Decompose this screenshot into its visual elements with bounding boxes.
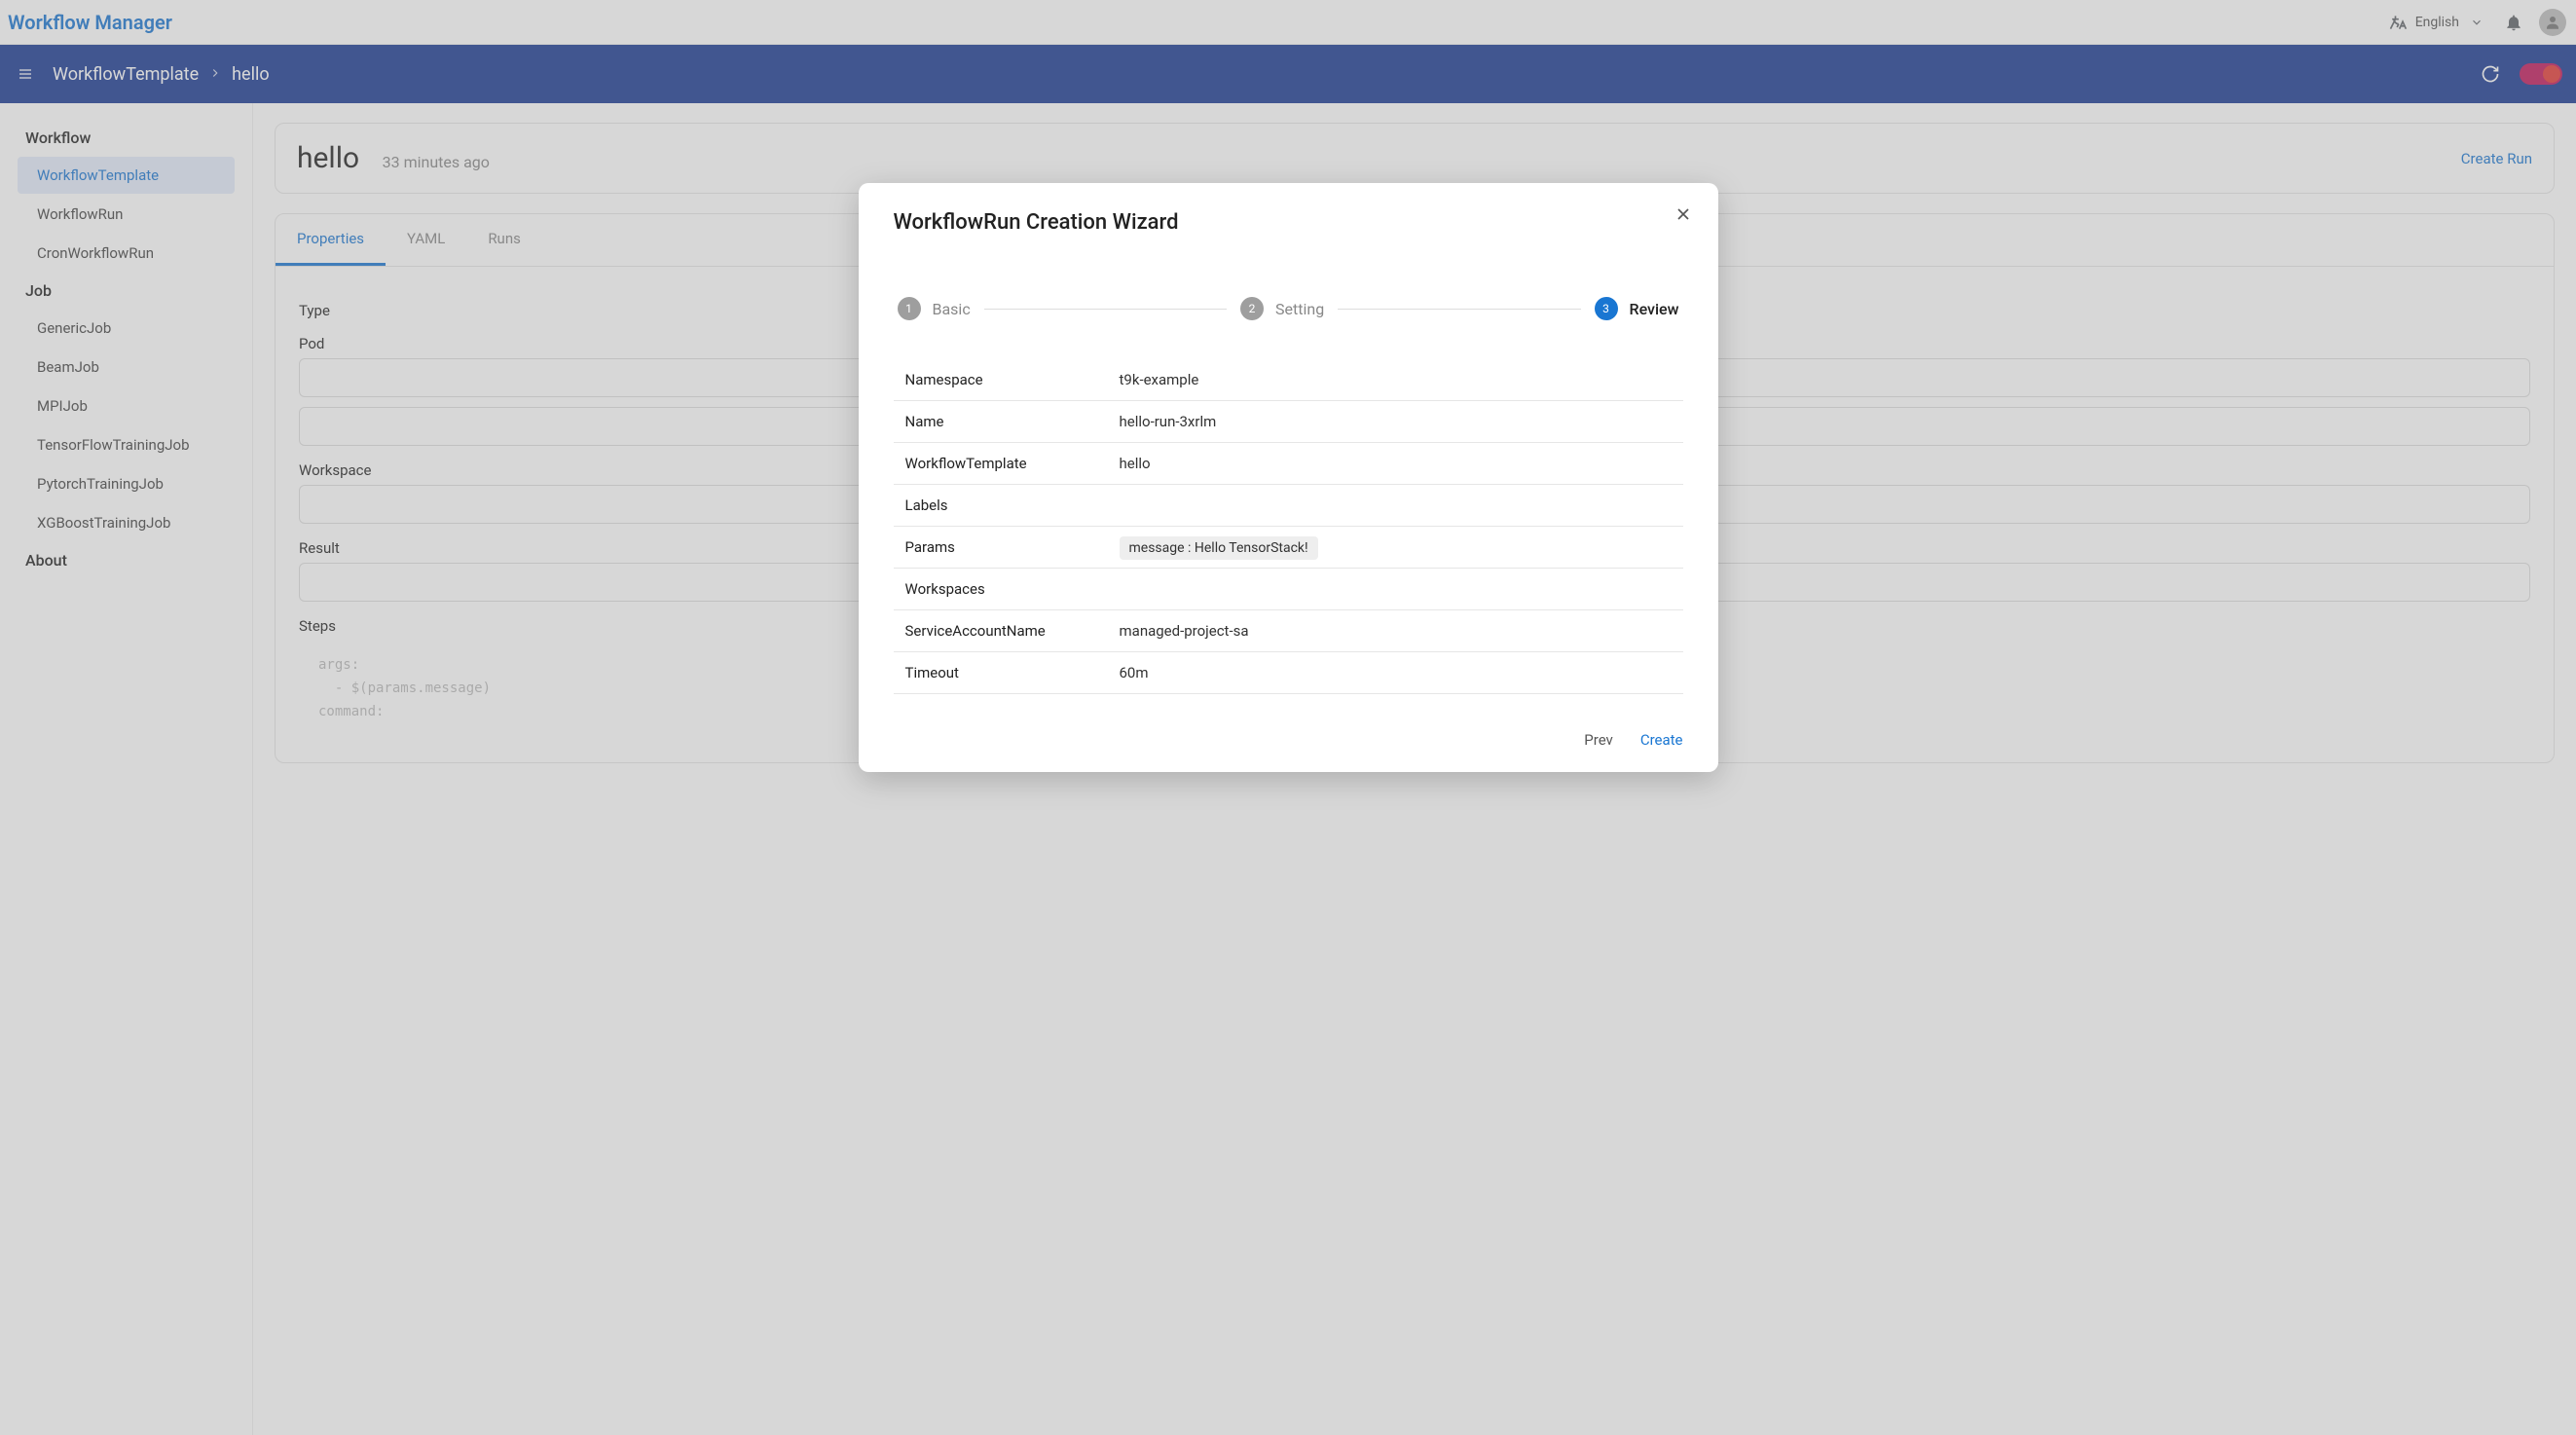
review-san-val: managed-project-sa xyxy=(1108,610,1683,652)
create-button[interactable]: Create xyxy=(1640,731,1683,749)
review-san-key: ServiceAccountName xyxy=(894,610,1108,652)
review-name-key: Name xyxy=(894,401,1108,443)
step-setting[interactable]: 2 Setting xyxy=(1240,297,1324,320)
modal-footer: Prev Create xyxy=(894,714,1683,749)
review-namespace-key: Namespace xyxy=(894,359,1108,401)
row-name: Name hello-run-3xrlm xyxy=(894,401,1683,443)
review-timeout-val: 60m xyxy=(1108,652,1683,694)
prev-button[interactable]: Prev xyxy=(1584,731,1613,749)
row-timeout: Timeout 60m xyxy=(894,652,1683,694)
modal-overlay[interactable]: WorkflowRun Creation Wizard 1 Basic 2 Se… xyxy=(0,0,2576,1435)
row-namespace: Namespace t9k-example xyxy=(894,359,1683,401)
row-serviceaccountname: ServiceAccountName managed-project-sa xyxy=(894,610,1683,652)
review-workspaces-key: Workspaces xyxy=(894,569,1108,610)
review-wft-key: WorkflowTemplate xyxy=(894,443,1108,485)
step-circle-1: 1 xyxy=(898,297,921,320)
review-params-val: message : Hello TensorStack! xyxy=(1108,527,1683,569)
review-namespace-val: t9k-example xyxy=(1108,359,1683,401)
review-params-key: Params xyxy=(894,527,1108,569)
step-basic[interactable]: 1 Basic xyxy=(898,297,971,320)
row-labels: Labels xyxy=(894,485,1683,527)
step-circle-2: 2 xyxy=(1240,297,1264,320)
review-table: Namespace t9k-example Name hello-run-3xr… xyxy=(894,359,1683,694)
close-icon[interactable] xyxy=(1674,204,1693,228)
review-timeout-key: Timeout xyxy=(894,652,1108,694)
modal-title: WorkflowRun Creation Wizard xyxy=(894,210,1683,235)
step-label-1: Basic xyxy=(933,300,971,318)
row-params: Params message : Hello TensorStack! xyxy=(894,527,1683,569)
step-line-2 xyxy=(1338,309,1580,310)
step-label-3: Review xyxy=(1630,300,1679,318)
row-workflowtemplate: WorkflowTemplate hello xyxy=(894,443,1683,485)
workflowrun-wizard-modal: WorkflowRun Creation Wizard 1 Basic 2 Se… xyxy=(859,183,1718,772)
review-labels-key: Labels xyxy=(894,485,1108,527)
review-name-val: hello-run-3xrlm xyxy=(1108,401,1683,443)
step-label-2: Setting xyxy=(1275,300,1324,318)
review-workspaces-val xyxy=(1108,569,1683,610)
params-chip: message : Hello TensorStack! xyxy=(1120,536,1318,560)
step-line-1 xyxy=(984,309,1227,310)
step-review[interactable]: 3 Review xyxy=(1595,297,1679,320)
stepper: 1 Basic 2 Setting 3 Review xyxy=(894,297,1683,320)
review-wft-val: hello xyxy=(1108,443,1683,485)
row-workspaces: Workspaces xyxy=(894,569,1683,610)
review-labels-val xyxy=(1108,485,1683,527)
step-circle-3: 3 xyxy=(1595,297,1618,320)
